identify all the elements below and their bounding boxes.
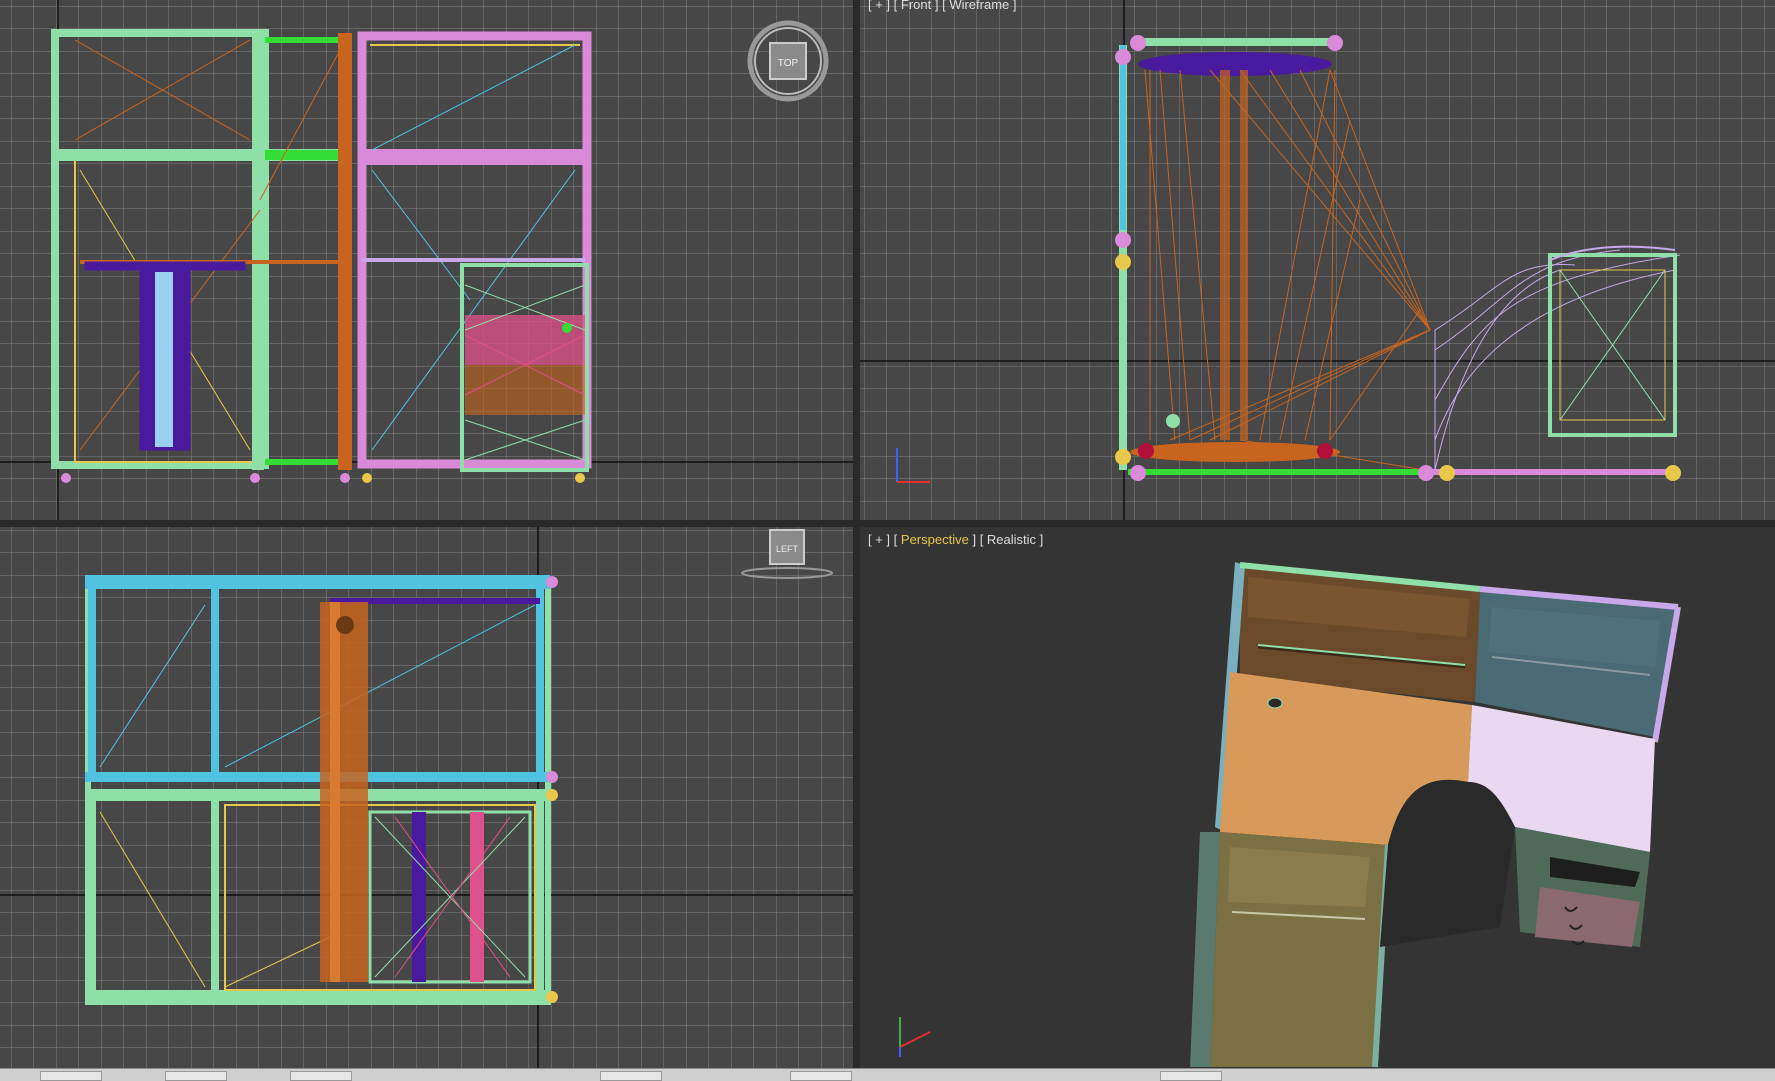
top-viewport-canvas [0,0,853,520]
viewcube-left[interactable]: LEFT [735,527,845,587]
viewcube-icon: LEFT [741,529,833,579]
viewport-menu-plus[interactable]: [ + ] [868,532,890,547]
viewport-point-of-view[interactable]: [ Front ] [894,0,939,12]
svg-text:LEFT: LEFT [776,544,799,554]
viewcube-icon: TOP [747,20,829,102]
viewport-divider-vertical[interactable] [853,0,860,1068]
left-viewport-canvas [0,527,853,1068]
viewcube-top[interactable]: TOP [745,18,831,104]
viewport-left[interactable]: LEFT [0,527,853,1068]
viewport-shading-mode[interactable]: [ Realistic ] [980,532,1044,547]
viewport-shading-mode[interactable]: [ Wireframe ] [942,0,1016,12]
front-viewport-canvas [860,0,1775,520]
perspective-viewport-label: [ + ] [ Perspective ] [ Realistic ] [868,532,1043,547]
viewport-perspective[interactable]: [ + ] [ Perspective ] [ Realistic ] [860,527,1775,1068]
bottom-toolbar [0,1068,1775,1081]
viewport-bracket-close: ] [968,532,977,547]
viewport-menu-plus[interactable]: [ + ] [868,0,890,12]
svg-text:TOP: TOP [778,58,799,69]
perspective-viewport-canvas [860,527,1775,1068]
front-viewport-label: [ + ] [ Front ] [ Wireframe ] [868,0,1017,12]
viewport-front[interactable]: [ + ] [ Front ] [ Wireframe ] [860,0,1775,520]
viewport-top[interactable]: TOP [0,0,853,520]
viewport-point-of-view[interactable]: Perspective [901,532,969,547]
viewport-bracket-open: [ [893,532,901,547]
viewport-divider-horizontal[interactable] [0,520,1775,527]
